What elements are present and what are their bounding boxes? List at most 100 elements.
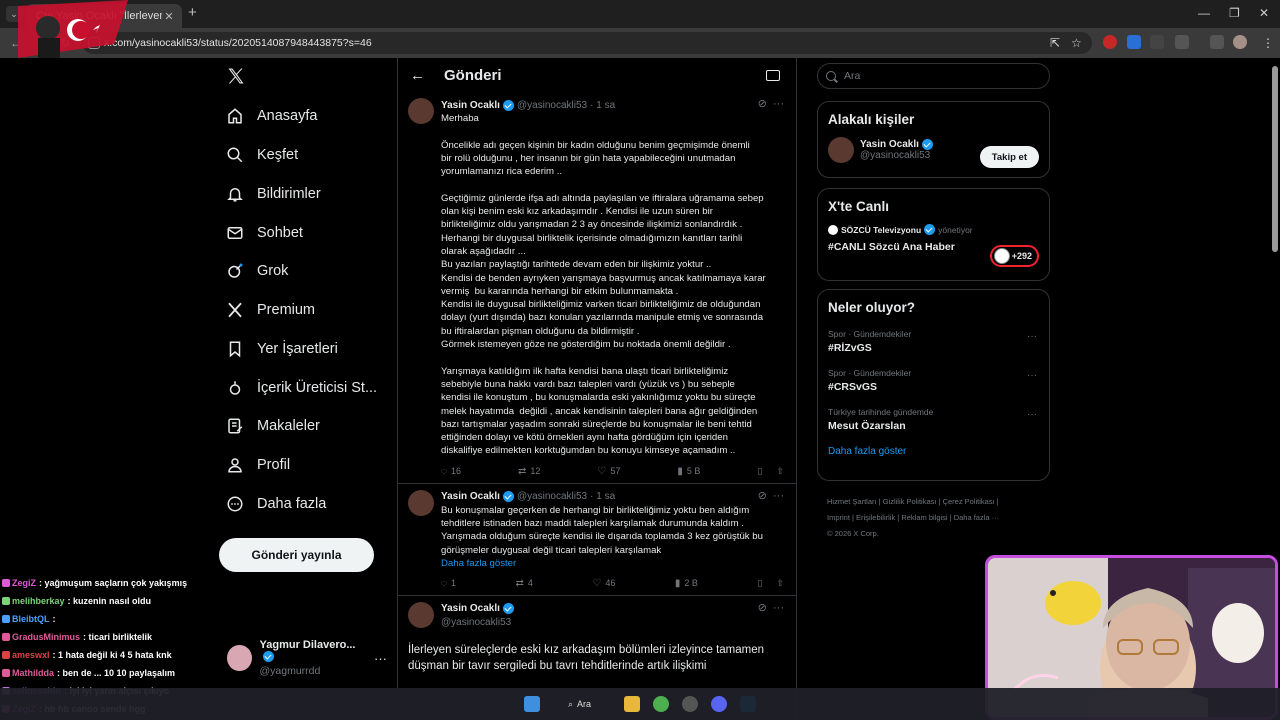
bookmark-star-icon[interactable]: ☆ — [1071, 36, 1082, 50]
extension-icon[interactable] — [1103, 35, 1117, 49]
chrome-icon[interactable] — [653, 696, 669, 712]
avatar[interactable] — [408, 601, 434, 628]
avatar[interactable] — [408, 98, 434, 124]
author-name[interactable]: Yasin Ocaklı — [441, 603, 500, 614]
like-button[interactable]: ♡ 46 — [592, 578, 615, 589]
profile-avatar-icon[interactable] — [1233, 35, 1247, 49]
x-logo-icon[interactable] — [226, 66, 246, 86]
repost-button[interactable]: ⇄ 12 — [518, 466, 540, 477]
tweet[interactable]: Yasin Ocaklı @yasinocakli53 · 1 sa ⊘ ···… — [398, 484, 796, 596]
footer-line[interactable]: Hizmet Şartları | Gizlilik Politikası | … — [827, 494, 1047, 510]
tweet-menu[interactable]: ⊘ ··· — [758, 97, 784, 110]
chat-username[interactable]: melihberkay — [12, 596, 65, 606]
grok-icon[interactable]: ⊘ — [758, 490, 767, 502]
install-icon[interactable]: ⇱ — [1050, 36, 1060, 50]
nav-premium[interactable]: Premium — [226, 298, 315, 322]
more-options-icon[interactable]: ··· — [1027, 409, 1037, 420]
tweet-time[interactable]: · 1 sa — [590, 491, 615, 502]
avatar[interactable] — [828, 137, 854, 163]
address-bar[interactable]: x.com/yasinocakli53/status/2020514087948… — [82, 32, 1092, 54]
extension-icon[interactable] — [1127, 35, 1141, 49]
trend-item[interactable]: Spor · Gündemdekiler #CRSvGS ··· — [828, 368, 1039, 393]
extension-icon[interactable] — [1150, 35, 1164, 49]
follow-button[interactable]: Takip et — [979, 146, 1039, 168]
tweet[interactable]: Yasin Ocaklı ⊘ ··· @yasinocakli53 İlerle… — [398, 596, 796, 680]
bookmark-icon[interactable]: ▯ — [757, 466, 762, 477]
author-name[interactable]: Yasin Ocaklı — [441, 491, 500, 502]
new-tab-button[interactable]: + — [188, 5, 197, 21]
like-button[interactable]: ♡ 57 — [597, 466, 620, 477]
share-icon[interactable]: ⇧ — [776, 578, 784, 589]
windows-start-icon[interactable] — [524, 696, 540, 712]
nav-home[interactable]: Anasayfa — [226, 104, 317, 128]
share-icon[interactable]: ⇧ — [776, 466, 784, 477]
reply-button[interactable]: ◌ 16 — [441, 466, 461, 477]
tweet-text: Bu konuşmalar geçerken de herhangi bir b… — [441, 504, 763, 556]
nav-articles[interactable]: Makaleler — [226, 414, 320, 438]
show-more-link[interactable]: Daha fazla göster — [828, 446, 1039, 457]
more-options-icon[interactable]: ··· — [773, 602, 784, 614]
views-button[interactable]: ▮ 2 B — [675, 578, 698, 589]
file-explorer-icon[interactable] — [624, 696, 640, 712]
nav-explore[interactable]: Keşfet — [226, 143, 298, 167]
scrollbar-thumb[interactable] — [1272, 66, 1278, 252]
footer-line[interactable]: Imprint | Erişilebilirlik | Reklam bilgi… — [827, 510, 1047, 526]
reader-mode-icon[interactable] — [766, 70, 780, 81]
chat-username[interactable]: Mathildda — [12, 668, 54, 678]
tweet-time[interactable]: · 1 sa — [590, 100, 615, 111]
chat-username[interactable]: GradusMinimus — [12, 632, 80, 642]
grok-icon[interactable]: ⊘ — [758, 98, 767, 110]
maximize-button[interactable]: ❐ — [1229, 6, 1240, 20]
post-button[interactable]: Gönderi yayınla — [219, 538, 374, 572]
reply-button[interactable]: ◌ 1 — [441, 578, 456, 589]
discord-icon[interactable] — [711, 696, 727, 712]
trend-item[interactable]: Türkiye tarihinde gündemde Mesut Özarsla… — [828, 407, 1039, 432]
nav-notifications[interactable]: Bildirimler — [226, 182, 321, 206]
author-handle[interactable]: @yasinocakli53 — [441, 617, 511, 628]
minimize-button[interactable]: — — [1198, 6, 1210, 20]
tweet-menu[interactable]: ⊘ ··· — [758, 489, 784, 502]
live-listeners-badge[interactable]: +292 — [989, 245, 1039, 267]
taskbar-search[interactable]: ⌕ Ara — [560, 695, 616, 713]
nav-bookmarks[interactable]: Yer İşaretleri — [226, 337, 338, 361]
reading-list-icon[interactable] — [1210, 35, 1224, 49]
nav-chat[interactable]: Sohbet — [226, 221, 303, 245]
browser-menu-icon[interactable]: ⋮ — [1262, 36, 1274, 50]
account-switcher[interactable]: Yagmur Dilavero... @yagmurrdd ··· — [227, 639, 387, 677]
more-options-icon[interactable]: ··· — [773, 490, 784, 502]
show-more-link[interactable]: Daha fazla göster — [441, 557, 784, 570]
more-options-icon[interactable]: ··· — [374, 651, 387, 666]
more-options-icon[interactable]: ··· — [1027, 370, 1037, 381]
grok-icon[interactable]: ⊘ — [758, 602, 767, 614]
related-name[interactable]: Yasin Ocaklı — [860, 139, 919, 150]
more-options-icon[interactable]: ··· — [1027, 331, 1037, 342]
nav-more[interactable]: Daha fazla — [226, 492, 326, 516]
chat-username[interactable]: ZegiZ — [12, 578, 36, 588]
steam-icon[interactable] — [740, 696, 756, 712]
search-input[interactable]: Ara — [817, 63, 1050, 89]
avatar[interactable] — [408, 489, 434, 516]
tweet-menu[interactable]: ⊘ ··· — [758, 601, 784, 614]
author-name[interactable]: Yasin Ocaklı — [441, 100, 500, 111]
close-tab-icon[interactable]: ✕ — [162, 10, 176, 23]
related-handle[interactable]: @yasinocakli53 — [860, 150, 936, 161]
back-arrow-icon[interactable]: ← — [410, 67, 444, 84]
nav-grok[interactable]: Grok — [226, 259, 288, 283]
author-handle[interactable]: @yasinocakli53 — [517, 100, 587, 111]
trend-item[interactable]: Spor · Gündemdekiler #RİZvGS ··· — [828, 329, 1039, 354]
author-handle[interactable]: @yasinocakli53 — [517, 491, 587, 502]
app-icon[interactable] — [682, 696, 698, 712]
chat-username[interactable]: BleibtQL — [12, 614, 50, 624]
views-button[interactable]: ▮ 5 B — [677, 466, 700, 477]
chat-username[interactable]: ameswxl — [12, 650, 50, 660]
bookmark-icon[interactable]: ▯ — [757, 578, 762, 589]
more-options-icon[interactable]: ··· — [773, 98, 784, 110]
nav-profile[interactable]: Profil — [226, 453, 290, 477]
tweet[interactable]: Yasin Ocaklı @yasinocakli53 · 1 sa ⊘ ···… — [398, 92, 796, 484]
nav-label: Makaleler — [257, 418, 320, 434]
repost-button[interactable]: ⇄ 4 — [515, 578, 532, 589]
live-host[interactable]: SÖZCÜ Televizyonu — [841, 225, 921, 235]
nav-creator-studio[interactable]: İçerik Üreticisi St... — [226, 376, 377, 400]
close-window-button[interactable]: ✕ — [1259, 6, 1269, 20]
extensions-puzzle-icon[interactable] — [1175, 35, 1189, 49]
